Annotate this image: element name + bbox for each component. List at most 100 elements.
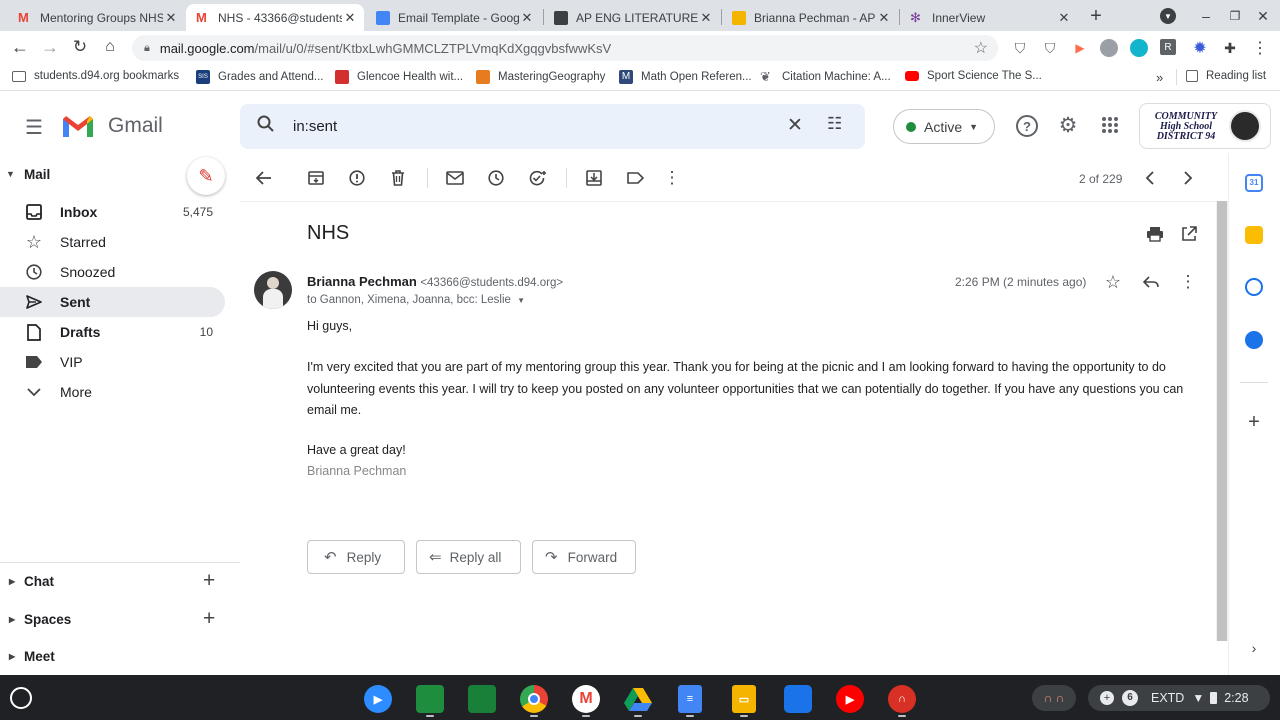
sidebar-item-starred[interactable]: ☆ Starred — [0, 227, 225, 257]
add-chat-icon[interactable]: + — [203, 569, 215, 593]
classroom2-icon[interactable] — [468, 685, 496, 713]
browser-menu-icon[interactable]: ⋮ — [1250, 38, 1270, 58]
reading-list-button[interactable]: Reading list — [1186, 70, 1266, 82]
sidebar-item-snoozed[interactable]: Snoozed — [0, 257, 225, 287]
close-window-icon[interactable]: ✕ — [1253, 6, 1273, 26]
bookmark-citation[interactable]: ❦ Citation Machine: A... — [760, 70, 891, 84]
settings-gear-icon[interactable]: ⚙ — [1056, 113, 1080, 137]
bookmark-star-icon[interactable]: ☆ — [974, 38, 988, 58]
mark-unread-icon[interactable] — [445, 168, 465, 188]
files-icon[interactable] — [784, 685, 812, 713]
extension-shield-icon[interactable]: ⛉ — [1010, 38, 1030, 58]
bookmark-mastering[interactable]: MasteringGeography — [476, 70, 605, 84]
tab-ap-eng-literature[interactable]: AP ENG LITERATURE P ✕ — [544, 4, 720, 31]
sidebar-item-sent[interactable]: Sent — [0, 287, 225, 317]
chat-section[interactable]: ▶ Chat + — [0, 566, 240, 596]
sidebar-item-drafts[interactable]: Drafts 10 — [0, 317, 225, 347]
tab-innerview[interactable]: ✻ InnerView ✕ — [900, 4, 1078, 31]
sidebar-item-vip[interactable]: VIP — [0, 347, 225, 377]
contacts-icon[interactable] — [1245, 331, 1263, 349]
tab-email-template[interactable]: Email Template - Google Docs ✕ — [366, 4, 541, 31]
tab-brianna-pechman[interactable]: Brianna Pechman - AP ✕ — [722, 4, 898, 31]
address-bar[interactable]: 🔒︎ mail.google.com/mail/u/0/#sent/KtbxLw… — [132, 35, 998, 61]
new-tab-button[interactable]: + — [1084, 5, 1108, 27]
sidebar-item-more[interactable]: More — [0, 377, 225, 407]
calendar-icon[interactable]: 31 — [1245, 174, 1263, 192]
bookmark-math[interactable]: M Math Open Referen... — [619, 70, 752, 84]
mail-section-header[interactable]: Mail — [24, 167, 50, 182]
show-details-icon[interactable]: ▼ — [517, 296, 525, 305]
reply-button[interactable]: ↶ Reply — [307, 540, 405, 574]
add-addon-icon[interactable]: + — [1244, 411, 1264, 433]
audio-status-icon[interactable]: ∩ ∩ — [1032, 685, 1076, 711]
reply-icon[interactable] — [1141, 272, 1161, 292]
extensions-puzzle-icon[interactable]: ✚ — [1220, 38, 1240, 58]
tab-search-icon[interactable]: ▼ — [1160, 8, 1176, 24]
gmail-icon[interactable]: M — [572, 685, 600, 713]
system-tray[interactable]: + 6 EXTD ▼ 2:28 — [1088, 685, 1270, 711]
main-menu-icon[interactable]: ☰ — [22, 115, 46, 139]
extension-teal-icon[interactable] — [1130, 39, 1148, 57]
search-options-icon[interactable]: ☷ — [827, 114, 842, 134]
sender-name[interactable]: Brianna Pechman — [307, 274, 417, 289]
chrome-icon[interactable] — [520, 685, 548, 713]
snooze-clock-icon[interactable] — [486, 168, 506, 188]
forward-icon[interactable]: → — [40, 37, 60, 57]
youtube-icon[interactable]: ▶ — [836, 685, 864, 713]
headphones-app-icon[interactable]: ∩ — [888, 685, 916, 713]
extension-shield2-icon[interactable]: ⛉ — [1040, 38, 1060, 58]
slides-icon[interactable]: ▭ — [732, 685, 756, 713]
add-space-icon[interactable]: + — [203, 607, 215, 631]
back-icon[interactable]: ← — [10, 37, 30, 57]
search-icon[interactable] — [256, 114, 276, 139]
tasks-icon[interactable] — [1245, 278, 1263, 296]
bookmarks-overflow-button[interactable]: » — [1156, 70, 1163, 85]
account-switcher[interactable]: COMMUNITY High School DISTRICT 94 — [1139, 103, 1271, 149]
newer-chevron-icon[interactable] — [1140, 168, 1160, 188]
print-icon[interactable] — [1144, 223, 1166, 245]
apps-grid-icon[interactable] — [1098, 113, 1122, 137]
search-input[interactable]: in:sent — [293, 118, 337, 135]
meet-section[interactable]: ▶ Meet — [0, 641, 240, 671]
close-tab-icon[interactable]: ✕ — [519, 10, 535, 26]
keep-icon[interactable] — [1245, 226, 1263, 244]
forward-button[interactable]: ↷ Forward — [532, 540, 636, 574]
spaces-section[interactable]: ▶ Spaces + — [0, 604, 240, 634]
bookmark-grades[interactable]: SIS Grades and Attend... — [196, 70, 324, 84]
compose-button[interactable]: ✎ — [187, 157, 225, 195]
back-to-list-icon[interactable] — [254, 168, 274, 188]
open-in-new-window-icon[interactable] — [1178, 223, 1200, 245]
bookmark-folder[interactable]: students.d94.org bookmarks — [12, 70, 179, 82]
more-actions-icon[interactable]: ⋮ — [662, 168, 682, 188]
add-to-tasks-icon[interactable] — [528, 168, 548, 188]
reload-icon[interactable]: ↻ — [70, 37, 90, 57]
tab-nhs[interactable]: M NHS - 43366@students.d94.org ✕ — [186, 4, 364, 31]
reply-all-button[interactable]: ⇐ Reply all — [416, 540, 521, 574]
launcher-icon[interactable] — [10, 687, 32, 709]
zoom-icon[interactable]: ▶ — [364, 685, 392, 713]
search-bar[interactable]: in:sent ✕ ☷ — [240, 104, 865, 149]
close-tab-icon[interactable]: ✕ — [876, 10, 892, 26]
status-button[interactable]: Active ▼ — [893, 109, 995, 144]
close-tab-icon[interactable]: ✕ — [163, 10, 179, 26]
extension-circle-icon[interactable] — [1100, 39, 1118, 57]
classroom-icon[interactable] — [416, 685, 444, 713]
report-spam-icon[interactable] — [347, 168, 367, 188]
extension-gear-icon[interactable]: ✹ — [1190, 38, 1210, 58]
extension-play-icon[interactable]: ▶ — [1070, 38, 1090, 58]
sidebar-item-inbox[interactable]: Inbox 5,475 — [0, 197, 225, 227]
scrollbar-thumb[interactable] — [1217, 201, 1227, 641]
close-tab-icon[interactable]: ✕ — [698, 10, 714, 26]
extension-r-icon[interactable]: R — [1160, 39, 1176, 55]
drive-icon[interactable] — [624, 685, 652, 713]
star-icon[interactable]: ☆ — [1103, 272, 1123, 292]
restore-icon[interactable]: ❐ — [1225, 6, 1245, 26]
tab-mentoring-groups[interactable]: M Mentoring Groups NHS ✕ — [8, 4, 185, 31]
sender-avatar[interactable] — [254, 271, 292, 309]
clear-search-icon[interactable]: ✕ — [787, 114, 803, 137]
more-options-icon[interactable]: ⋮ — [1178, 272, 1198, 292]
home-icon[interactable]: ⌂ — [100, 37, 120, 57]
docs-icon[interactable]: ≡ — [678, 685, 702, 713]
move-to-icon[interactable] — [584, 168, 604, 188]
help-icon[interactable]: ? — [1016, 115, 1038, 137]
